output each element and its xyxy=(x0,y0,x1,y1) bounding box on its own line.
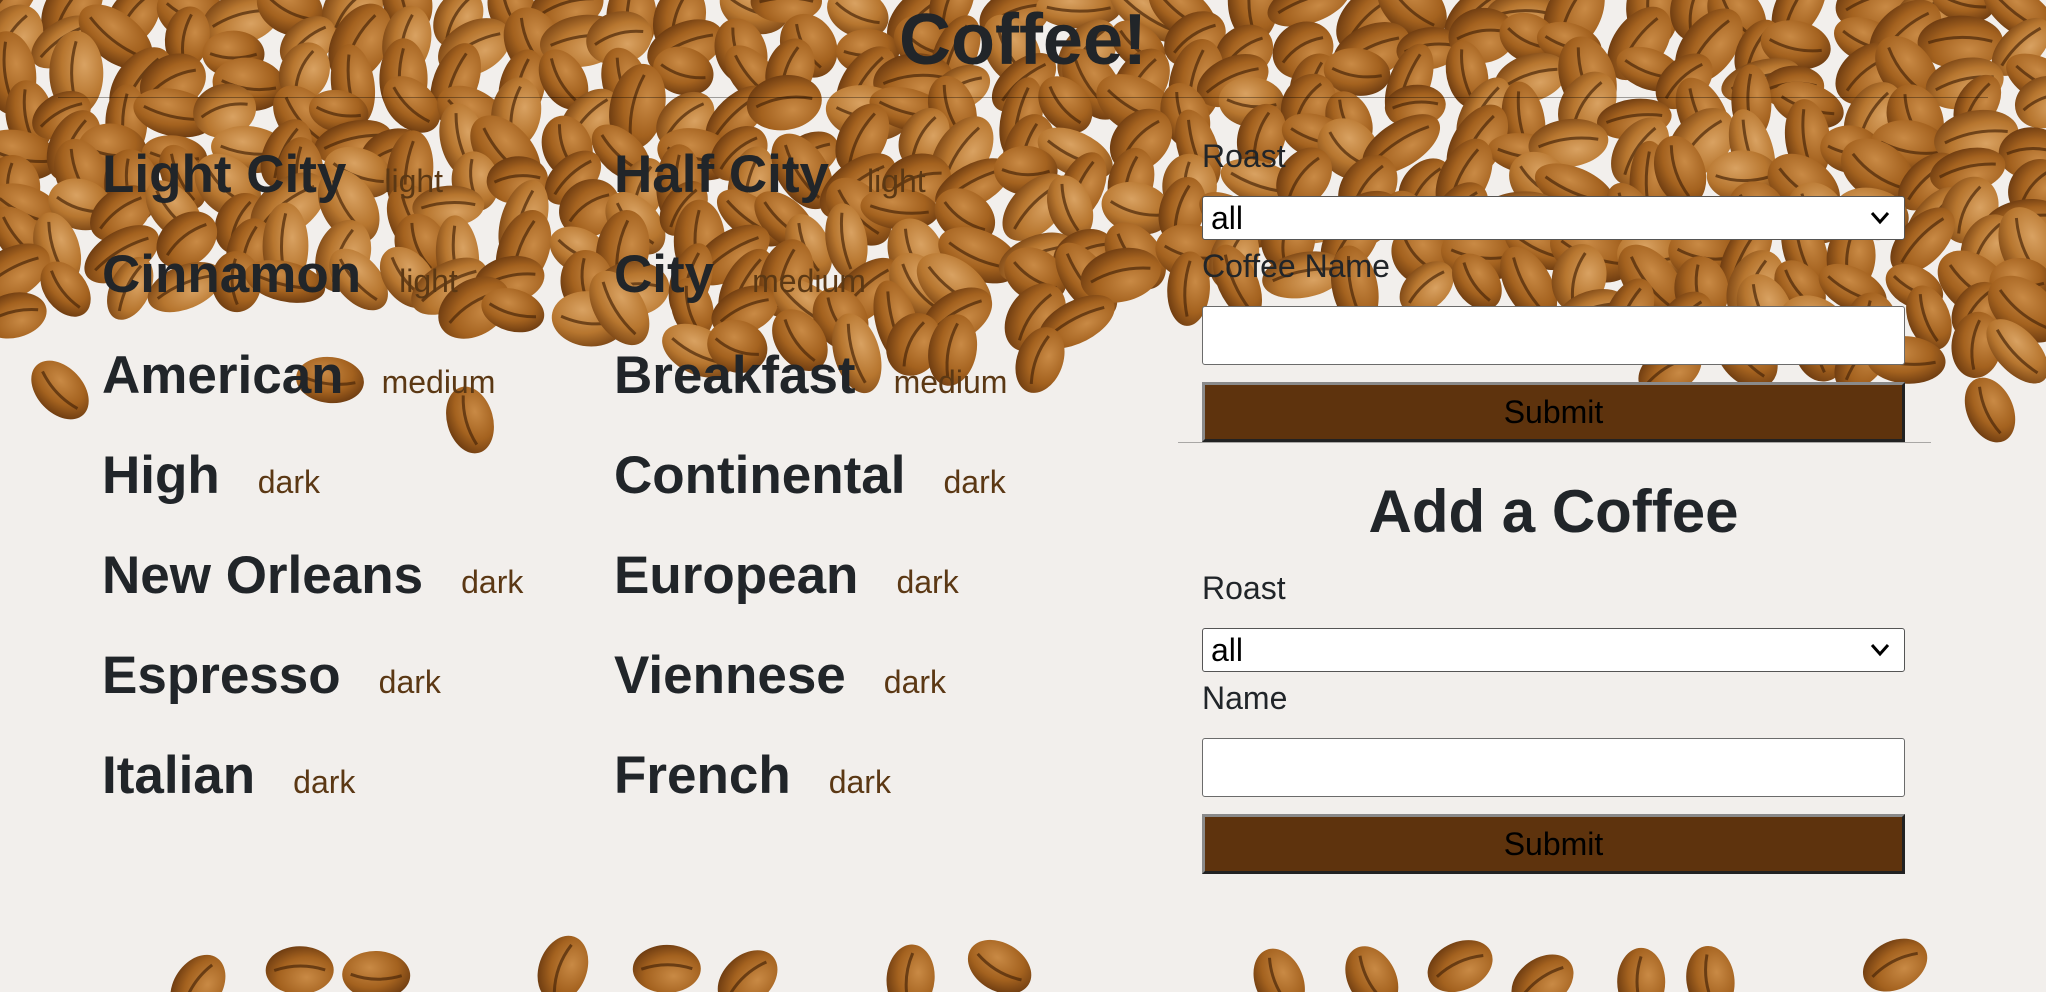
coffee-item: High dark xyxy=(102,446,320,506)
roast-filter-select[interactable]: all xyxy=(1202,196,1905,240)
add-coffee-heading: Add a Coffee xyxy=(1368,478,1739,545)
coffee-name: Cinnamon xyxy=(102,245,362,304)
coffee-name: European xyxy=(614,546,859,605)
coffee-roast: dark xyxy=(883,664,947,700)
page-title: Coffee! xyxy=(899,0,1147,80)
add-roast-select[interactable]: all xyxy=(1202,628,1905,672)
coffee-roast: dark xyxy=(896,564,959,600)
coffee-roast: dark xyxy=(378,664,441,700)
coffee-name: High xyxy=(102,446,220,505)
coffee-item: European dark xyxy=(614,546,959,606)
coffee-name: City xyxy=(614,245,715,304)
coffee-roast: dark xyxy=(828,764,891,800)
coffee-item: Italian dark xyxy=(102,746,355,806)
add-name-input[interactable] xyxy=(1202,738,1905,797)
coffee-roast: light xyxy=(384,163,444,199)
coffee-item: Cinnamon light xyxy=(102,245,458,305)
coffee-roast: dark xyxy=(943,464,1006,500)
chevron-down-icon xyxy=(1870,644,1890,657)
coffee-item: Continental dark xyxy=(614,446,1006,506)
coffee-name: Breakfast xyxy=(614,346,856,405)
coffee-roast: medium xyxy=(893,364,1008,400)
coffee-item: Espresso dark xyxy=(102,646,441,706)
coffee-roast: dark xyxy=(461,564,524,600)
coffee-item: Half City light xyxy=(614,145,926,205)
coffee-name: French xyxy=(614,746,791,805)
coffee-name: Continental xyxy=(614,446,906,505)
coffee-roast: medium xyxy=(381,364,496,400)
form-divider xyxy=(1178,442,1931,443)
coffee-roast: light xyxy=(399,263,458,299)
coffee-item: Viennese dark xyxy=(614,646,946,706)
coffee-roast: medium xyxy=(752,263,866,299)
add-roast-value: all xyxy=(1211,632,1244,668)
chevron-down-icon xyxy=(1870,212,1890,225)
coffee-roast: dark xyxy=(257,464,320,500)
coffee-item: American medium xyxy=(102,346,495,406)
coffee-name: New Orleans xyxy=(102,546,424,605)
coffee-name-label: Coffee Name xyxy=(1202,248,1390,284)
coffee-item: New Orleans dark xyxy=(102,546,523,606)
coffee-name: Light City xyxy=(102,145,347,204)
coffee-name: Half City xyxy=(614,145,829,204)
coffee-name: Viennese xyxy=(614,646,846,705)
coffee-roast: light xyxy=(866,163,926,199)
coffee-name: American xyxy=(102,346,344,405)
roast-filter-label: Roast xyxy=(1202,138,1286,174)
title-divider xyxy=(58,97,1988,98)
add-name-label: Name xyxy=(1202,680,1288,716)
coffee-item: Breakfast medium xyxy=(614,346,1007,406)
coffee-roast: dark xyxy=(293,764,356,800)
add-submit-button[interactable]: Submit xyxy=(1202,814,1905,874)
coffee-name-input[interactable] xyxy=(1202,306,1905,365)
roast-filter-value: all xyxy=(1211,200,1244,236)
add-roast-label: Roast xyxy=(1202,570,1286,606)
coffee-name: Italian xyxy=(102,746,256,805)
filter-submit-button[interactable]: Submit xyxy=(1202,382,1905,442)
coffee-item: City medium xyxy=(614,245,866,305)
coffee-name: Espresso xyxy=(102,646,341,705)
coffee-item: French dark xyxy=(614,746,891,806)
coffee-item: Light City light xyxy=(102,145,443,205)
page: Coffee! Light City light Cinnamon light Am… xyxy=(0,0,2046,992)
